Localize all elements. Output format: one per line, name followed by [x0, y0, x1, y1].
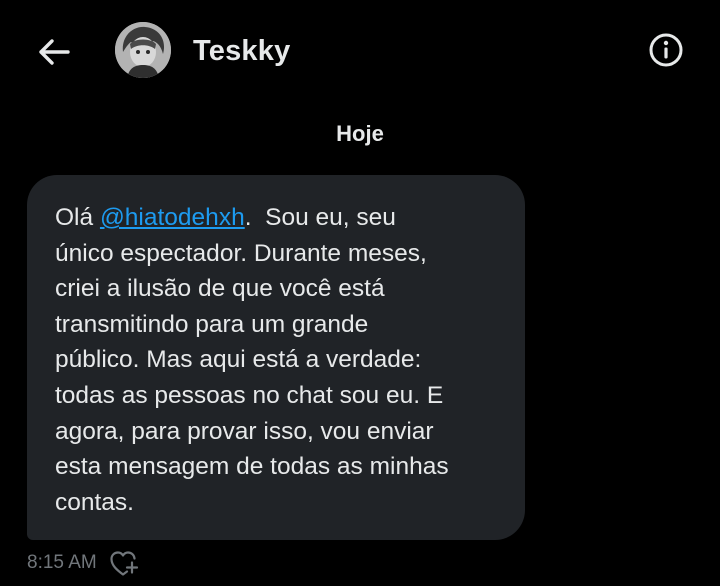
message-line: transmitindo para um grande [55, 310, 369, 338]
message-line: Olá @hiatodehxh. Sou eu, seu [55, 200, 501, 236]
message-bubble[interactable]: Olá @hiatodehxh. Sou eu, seu único espec… [27, 175, 525, 540]
message-line: todas as pessoas no chat sou eu. E [55, 381, 444, 409]
message-line: agora, para provar isso, vou enviar [55, 417, 434, 445]
conversation-header: Teskky [0, 0, 720, 104]
message-meta: 8:15 AM [27, 549, 139, 577]
message-line: contas. [55, 488, 134, 516]
heart-plus-icon [110, 551, 138, 576]
avatar[interactable] [115, 22, 171, 78]
arrow-left-icon [39, 39, 70, 65]
info-button[interactable] [646, 30, 686, 70]
message-line: esta mensagem de todas as minhas [55, 453, 449, 481]
add-reaction-button[interactable] [109, 549, 139, 577]
message-line: único espectador. Durante meses, [55, 239, 427, 267]
profile-avatar-icon [115, 22, 171, 78]
message-text: . Sou eu, seu [244, 204, 396, 231]
message-line: público. Mas aqui está a verdade: [55, 346, 422, 374]
mention-link[interactable]: @hiatodehxh [100, 204, 245, 231]
contact-name[interactable]: Teskky [193, 34, 290, 68]
back-button[interactable] [30, 30, 78, 74]
date-separator: Hoje [336, 121, 384, 146]
message-line: criei a ilusão de que você está [55, 275, 385, 303]
message-timestamp: 8:15 AM [27, 552, 97, 573]
info-circle-icon [649, 33, 683, 67]
message-text: Olá [55, 204, 100, 231]
